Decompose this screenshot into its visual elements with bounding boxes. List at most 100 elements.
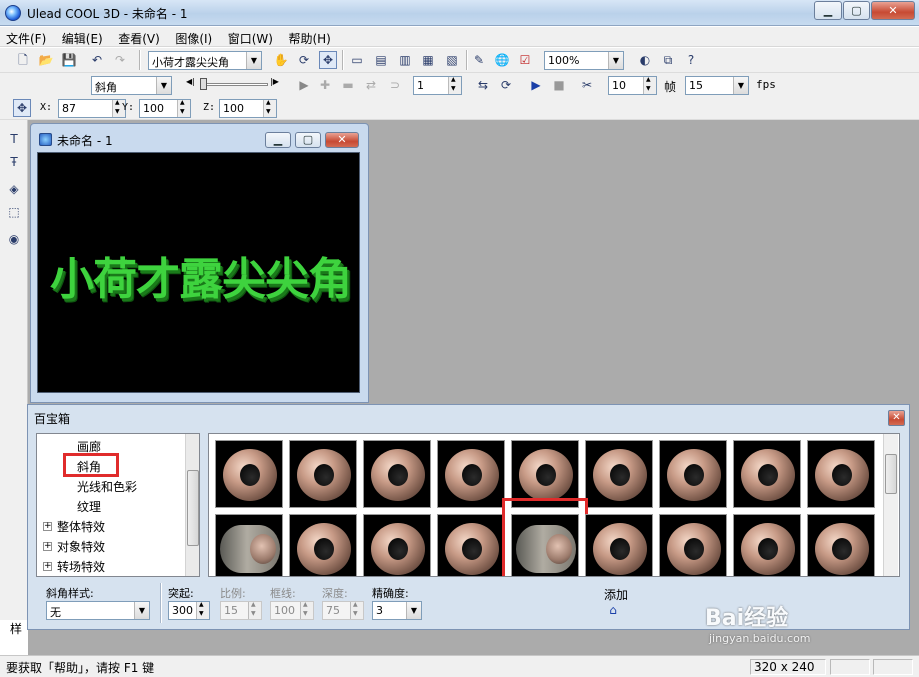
bevel-thumbnail[interactable] <box>585 440 653 508</box>
bevel-thumbnail[interactable] <box>363 440 431 508</box>
bevel-thumbnail[interactable] <box>363 514 431 576</box>
new-file-icon[interactable]: 🗋 <box>14 51 32 69</box>
bevel-thumbnail[interactable] <box>807 514 875 576</box>
fps-select[interactable]: 15 ▼ <box>685 76 749 95</box>
zoom-select[interactable]: 100% ▼ <box>544 51 624 70</box>
view-bottom-icon[interactable]: ▦ <box>419 51 437 69</box>
hand-icon[interactable]: ✋ <box>272 51 290 69</box>
gallery-scrollbar[interactable] <box>883 434 898 576</box>
tree-item-object-effects[interactable]: 对象特效 <box>57 538 105 555</box>
menu-edit[interactable]: 编辑(E) <box>56 27 109 47</box>
bevel-thumbnail[interactable] <box>289 514 357 576</box>
camera-icon[interactable]: ◉ <box>5 230 23 248</box>
y-input[interactable]: 100 <box>139 99 191 118</box>
add-to-gallery-icon[interactable]: ⌂ <box>604 601 622 619</box>
spin-arrows[interactable] <box>196 601 209 619</box>
expand-icon[interactable]: + <box>43 562 52 571</box>
scrollbar-thumb[interactable] <box>885 454 897 494</box>
bevel-style-select[interactable]: 无 ▼ <box>46 601 150 620</box>
stop-icon[interactable]: ■ <box>550 76 568 94</box>
menu-window[interactable]: 窗口(W) <box>222 27 279 47</box>
first-frame-icon[interactable]: ◀| <box>186 77 195 86</box>
edit-text-icon[interactable]: Ŧ <box>5 153 23 171</box>
doc-close-button[interactable]: ✕ <box>325 132 359 148</box>
minimize-button[interactable]: ▁ <box>814 1 842 20</box>
slider-thumb[interactable] <box>200 78 207 90</box>
tree-item-transition-effects[interactable]: 转场特效 <box>57 558 105 575</box>
bevel-thumbnail[interactable] <box>659 514 727 576</box>
frame-rate-icon[interactable]: ✂ <box>578 76 596 94</box>
minus-icon[interactable]: ▬ <box>339 76 357 94</box>
canvas[interactable]: 小荷才露尖尖角 <box>37 152 360 393</box>
expand-icon[interactable]: + <box>43 522 52 531</box>
tree-item-texture[interactable]: 纹理 <box>77 498 101 515</box>
view-back-icon[interactable]: ▧ <box>443 51 461 69</box>
menu-help[interactable]: 帮助(H) <box>282 27 336 47</box>
doc-minimize-button[interactable]: ▁ <box>265 132 291 148</box>
effect-category-select[interactable]: 斜角 ▼ <box>91 76 172 95</box>
open-folder-icon[interactable]: 📂 <box>37 51 55 69</box>
position-mode-icon[interactable]: ✥ <box>13 99 31 117</box>
rotate-object-icon[interactable]: ⟳ <box>295 51 313 69</box>
plus-icon[interactable]: ✚ <box>316 76 334 94</box>
reverse-icon[interactable]: ⊃ <box>386 76 404 94</box>
check-icon[interactable]: ☑ <box>516 51 534 69</box>
loop-icon[interactable]: ⇆ <box>474 76 492 94</box>
bevel-thumbnail[interactable] <box>733 514 801 576</box>
bevel-thumbnail[interactable] <box>437 440 505 508</box>
close-button[interactable]: ✕ <box>871 1 915 20</box>
bevel-thumbnail[interactable] <box>215 440 283 508</box>
bevel-thumbnail[interactable] <box>807 440 875 508</box>
expand-icon[interactable]: + <box>43 542 52 551</box>
view-side-icon[interactable]: ▥ <box>396 51 414 69</box>
scrollbar-thumb[interactable] <box>187 470 199 546</box>
help-pointer-icon[interactable]: ? <box>682 51 700 69</box>
frame-number-input[interactable]: 1 <box>413 76 462 95</box>
extrude-input[interactable]: 300 <box>168 601 210 620</box>
spin-arrows[interactable] <box>177 99 190 117</box>
select-object-icon[interactable]: ⬚ <box>5 203 23 221</box>
menu-image[interactable]: 图像(I) <box>169 27 218 47</box>
paint-icon[interactable]: ✎ <box>470 51 488 69</box>
frame-count-input[interactable]: 10 <box>608 76 657 95</box>
swap-icon[interactable]: ⇄ <box>362 76 380 94</box>
tree-scrollbar[interactable] <box>185 434 199 576</box>
tree-item-light-color[interactable]: 光线和色彩 <box>77 478 137 495</box>
globe-icon[interactable]: 🌐 <box>493 51 511 69</box>
add-keyframe-icon[interactable]: ▶ <box>295 76 313 94</box>
bevel-thumbnail[interactable] <box>289 440 357 508</box>
refresh-icon[interactable]: ⟳ <box>497 76 515 94</box>
doc-maximize-button[interactable]: ▢ <box>295 132 321 148</box>
save-icon[interactable]: 💾 <box>60 51 78 69</box>
view-front-icon[interactable]: ▭ <box>348 51 366 69</box>
undo-icon[interactable]: ↶ <box>88 51 106 69</box>
x-input[interactable]: 87 <box>58 99 126 118</box>
spin-arrows[interactable] <box>643 76 656 94</box>
move-object-icon[interactable]: ✥ <box>319 51 337 69</box>
spin-arrows[interactable] <box>263 99 276 117</box>
canvas-3d-text[interactable]: 小荷才露尖尖角 <box>40 243 361 307</box>
spin-arrows[interactable] <box>448 76 461 94</box>
z-input[interactable]: 100 <box>219 99 277 118</box>
precision-select[interactable]: 3 ▼ <box>372 601 422 620</box>
last-frame-icon[interactable]: |▶ <box>270 77 279 86</box>
view-top-icon[interactable]: ▤ <box>372 51 390 69</box>
redo-icon[interactable]: ↷ <box>111 51 129 69</box>
render-icon[interactable]: ◐ <box>636 51 654 69</box>
maximize-button[interactable]: ▢ <box>843 1 870 20</box>
frame-slider[interactable]: ◀| |▶ <box>186 77 282 93</box>
palette-close-button[interactable]: ✕ <box>888 410 905 426</box>
menu-view[interactable]: 查看(V) <box>112 27 166 47</box>
export-icon[interactable]: ⧉ <box>659 51 677 69</box>
bevel-thumbnail[interactable] <box>585 514 653 576</box>
bevel-thumbnail[interactable] <box>437 514 505 576</box>
bevel-thumbnail[interactable] <box>733 440 801 508</box>
bevel-thumbnail[interactable] <box>659 440 727 508</box>
insert-text-icon[interactable]: T <box>5 130 23 148</box>
app-icon[interactable] <box>5 5 21 21</box>
insert-shape-icon[interactable]: ◈ <box>5 180 23 198</box>
bevel-thumbnail[interactable] <box>215 514 283 576</box>
text-object-select[interactable]: 小荷才露尖尖角 ▼ <box>148 51 262 70</box>
menu-file[interactable]: 文件(F) <box>0 27 52 47</box>
play-icon[interactable]: ▶ <box>527 76 545 94</box>
